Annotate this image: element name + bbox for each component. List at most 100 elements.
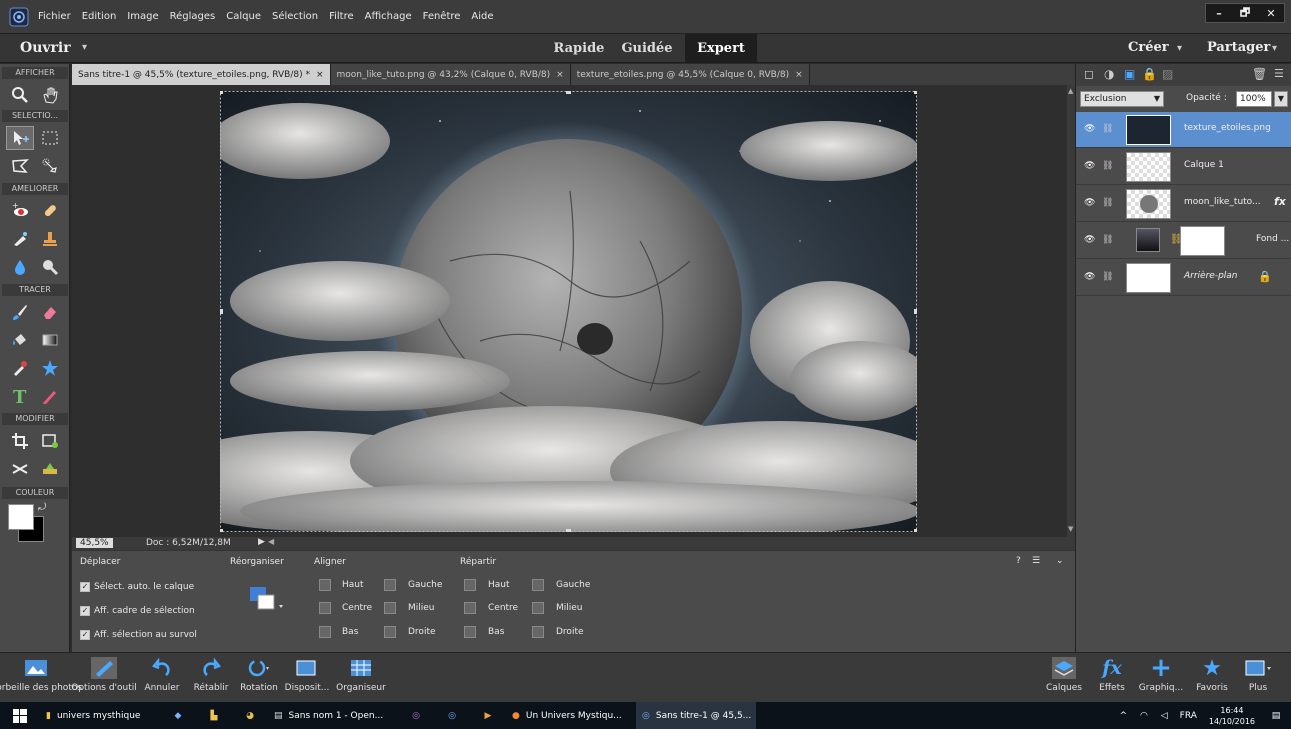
align-right-label[interactable]: Droite: [408, 627, 436, 637]
distribute-top-label[interactable]: Haut: [488, 580, 510, 590]
menu-edition[interactable]: Edition: [82, 11, 117, 22]
layer-row[interactable]: 👁 ⛓ texture_etoiles.png: [1076, 112, 1291, 148]
straighten-tool-icon[interactable]: [36, 457, 64, 481]
distribute-top-icon[interactable]: [464, 579, 476, 591]
scroll-left-icon[interactable]: ◀: [268, 537, 274, 546]
fx-icon[interactable]: fx: [1274, 195, 1286, 208]
share-dropdown-icon[interactable]: ▾: [1272, 43, 1277, 54]
taskbar-media-icon[interactable]: ▶: [470, 702, 506, 729]
lock-icon[interactable]: 🔒: [1142, 67, 1157, 81]
wifi-icon[interactable]: ◠: [1140, 711, 1148, 721]
mode-guidee[interactable]: Guidée: [614, 34, 680, 63]
system-tray-icons[interactable]: ^ ◠ ◁: [1114, 702, 1174, 729]
distribute-middle-icon[interactable]: [532, 602, 544, 614]
collapse-panel-icon[interactable]: ⌄: [1056, 556, 1064, 566]
menu-filtre[interactable]: Filtre: [329, 11, 354, 22]
windows-start-icon[interactable]: [0, 702, 40, 729]
tab-texture-etoiles[interactable]: texture_etoiles.png @ 45,5% (Calque 0, R…: [570, 64, 810, 85]
panel-menu-icon[interactable]: ☰: [1032, 556, 1040, 566]
layer-row[interactable]: 👁 ⛓ Calque 1: [1076, 149, 1291, 185]
open-dropdown-icon[interactable]: ▾: [82, 42, 87, 53]
redo-button[interactable]: Rétablir: [186, 653, 236, 703]
tool-options-button[interactable]: Options d'outil: [71, 653, 137, 703]
notifications-icon[interactable]: ▤: [1261, 702, 1291, 729]
quick-selection-tool-icon[interactable]: [36, 154, 64, 178]
foreground-color-swatch[interactable]: [8, 504, 34, 530]
menu-affichage[interactable]: Affichage: [365, 11, 412, 22]
taskbar-item-pse[interactable]: ◎ Sans titre-1 @ 45,5...: [636, 702, 756, 729]
show-highlight-checkbox[interactable]: ✓: [80, 630, 90, 640]
layer-mask-icon[interactable]: ▣: [1124, 67, 1135, 81]
align-middle-label[interactable]: Milieu: [408, 603, 435, 613]
tab-sans-titre-1[interactable]: Sans titre-1 @ 45,5% (texture_etoiles.pn…: [72, 64, 331, 85]
visibility-eye-icon[interactable]: 👁: [1084, 272, 1095, 282]
distribute-center-label[interactable]: Centre: [488, 603, 518, 613]
eraser-tool-icon[interactable]: [36, 300, 64, 324]
menu-fenetre[interactable]: Fenêtre: [423, 11, 461, 22]
distribute-center-icon[interactable]: [464, 602, 476, 614]
menu-aide[interactable]: Aide: [471, 11, 493, 22]
distribute-right-label[interactable]: Droite: [556, 627, 584, 637]
smart-brush-tool-icon[interactable]: [6, 227, 34, 251]
align-bottom-icon[interactable]: [319, 626, 331, 638]
gradient-tool-icon[interactable]: [36, 328, 64, 352]
layer-name[interactable]: Fond ...: [1256, 234, 1289, 244]
create-dropdown-icon[interactable]: ▾: [1177, 43, 1182, 54]
text-tool-icon[interactable]: T: [6, 384, 34, 408]
create-button[interactable]: Créer: [1128, 40, 1169, 55]
link-icon[interactable]: ⛓: [1102, 161, 1113, 171]
link-icon[interactable]: ⛓: [1102, 272, 1113, 282]
restore-button[interactable]: 🗗: [1232, 4, 1258, 22]
crop-tool-icon[interactable]: [6, 429, 34, 453]
layers-menu-icon[interactable]: ☰: [1274, 67, 1284, 80]
lasso-tool-icon[interactable]: [6, 154, 34, 178]
layout-button[interactable]: Disposit...: [284, 653, 330, 703]
layer-row[interactable]: 👁 ⛓ moon_like_tuto... fx: [1076, 186, 1291, 222]
link-icon[interactable]: ⛓: [1102, 124, 1113, 134]
visibility-eye-icon[interactable]: 👁: [1084, 124, 1095, 134]
taskbar-explorer-icon[interactable]: ▙: [196, 702, 232, 729]
layer-row[interactable]: 👁 ⛓ Arrière-plan 🔒: [1076, 260, 1291, 296]
scroll-down-icon[interactable]: ▼: [1068, 525, 1073, 533]
help-icon[interactable]: ?: [1016, 556, 1021, 566]
eyedropper-tool-icon[interactable]: [6, 356, 34, 380]
swap-colors-icon[interactable]: ⤾: [38, 502, 46, 513]
taskbar-item-firefox[interactable]: ● Un Univers Mystiqu...: [506, 702, 636, 729]
layer-name[interactable]: Arrière-plan: [1184, 271, 1238, 281]
photo-bin-button[interactable]: Corbeille des photos: [0, 653, 82, 703]
paint-bucket-tool-icon[interactable]: [6, 328, 34, 352]
distribute-left-label[interactable]: Gauche: [556, 580, 590, 590]
show-bounding-box-checkbox[interactable]: ✓: [80, 606, 90, 616]
menu-image[interactable]: Image: [127, 11, 158, 22]
opacity-dropdown-icon[interactable]: ▼: [1274, 91, 1288, 107]
hand-tool-icon[interactable]: [36, 83, 64, 107]
align-center-label[interactable]: Centre: [342, 603, 372, 613]
layer-name[interactable]: Calque 1: [1184, 160, 1224, 170]
distribute-middle-label[interactable]: Milieu: [556, 603, 583, 613]
distribute-bottom-icon[interactable]: [464, 626, 476, 638]
scroll-up-icon[interactable]: ▲: [1068, 87, 1073, 95]
zoom-level[interactable]: 45,5%: [76, 538, 113, 548]
align-right-icon[interactable]: [384, 626, 396, 638]
recompose-tool-icon[interactable]: [36, 429, 64, 453]
zoom-tool-icon[interactable]: [6, 83, 34, 107]
mode-expert[interactable]: Expert: [685, 34, 757, 63]
lock-transparency-icon[interactable]: ▨: [1162, 67, 1173, 81]
taskbar-item-openoffice[interactable]: ▤ Sans nom 1 - Open...: [268, 702, 398, 729]
effects-button[interactable]: fx Effets: [1092, 653, 1132, 703]
fill-layer-icon[interactable]: ◑: [1104, 67, 1114, 81]
tray-chevron-up-icon[interactable]: ^: [1120, 711, 1128, 721]
graphics-button[interactable]: + Graphiq...: [1134, 653, 1188, 703]
clone-stamp-tool-icon[interactable]: [36, 227, 64, 251]
visibility-eye-icon[interactable]: 👁: [1084, 235, 1095, 245]
marquee-tool-icon[interactable]: [36, 126, 64, 150]
volume-icon[interactable]: ◁: [1161, 711, 1168, 721]
taskbar-dropbox-icon[interactable]: ◆: [160, 702, 196, 729]
menu-fichier[interactable]: Fichier: [38, 11, 71, 22]
share-button[interactable]: Partager: [1207, 40, 1270, 55]
taskbar-photoshop-icon[interactable]: ◎: [434, 702, 470, 729]
close-tab-icon[interactable]: ×: [795, 70, 803, 80]
vertical-scrollbar[interactable]: ▲ ▼: [1067, 85, 1075, 537]
undo-button[interactable]: Annuler: [138, 653, 186, 703]
align-center-icon[interactable]: [319, 602, 331, 614]
